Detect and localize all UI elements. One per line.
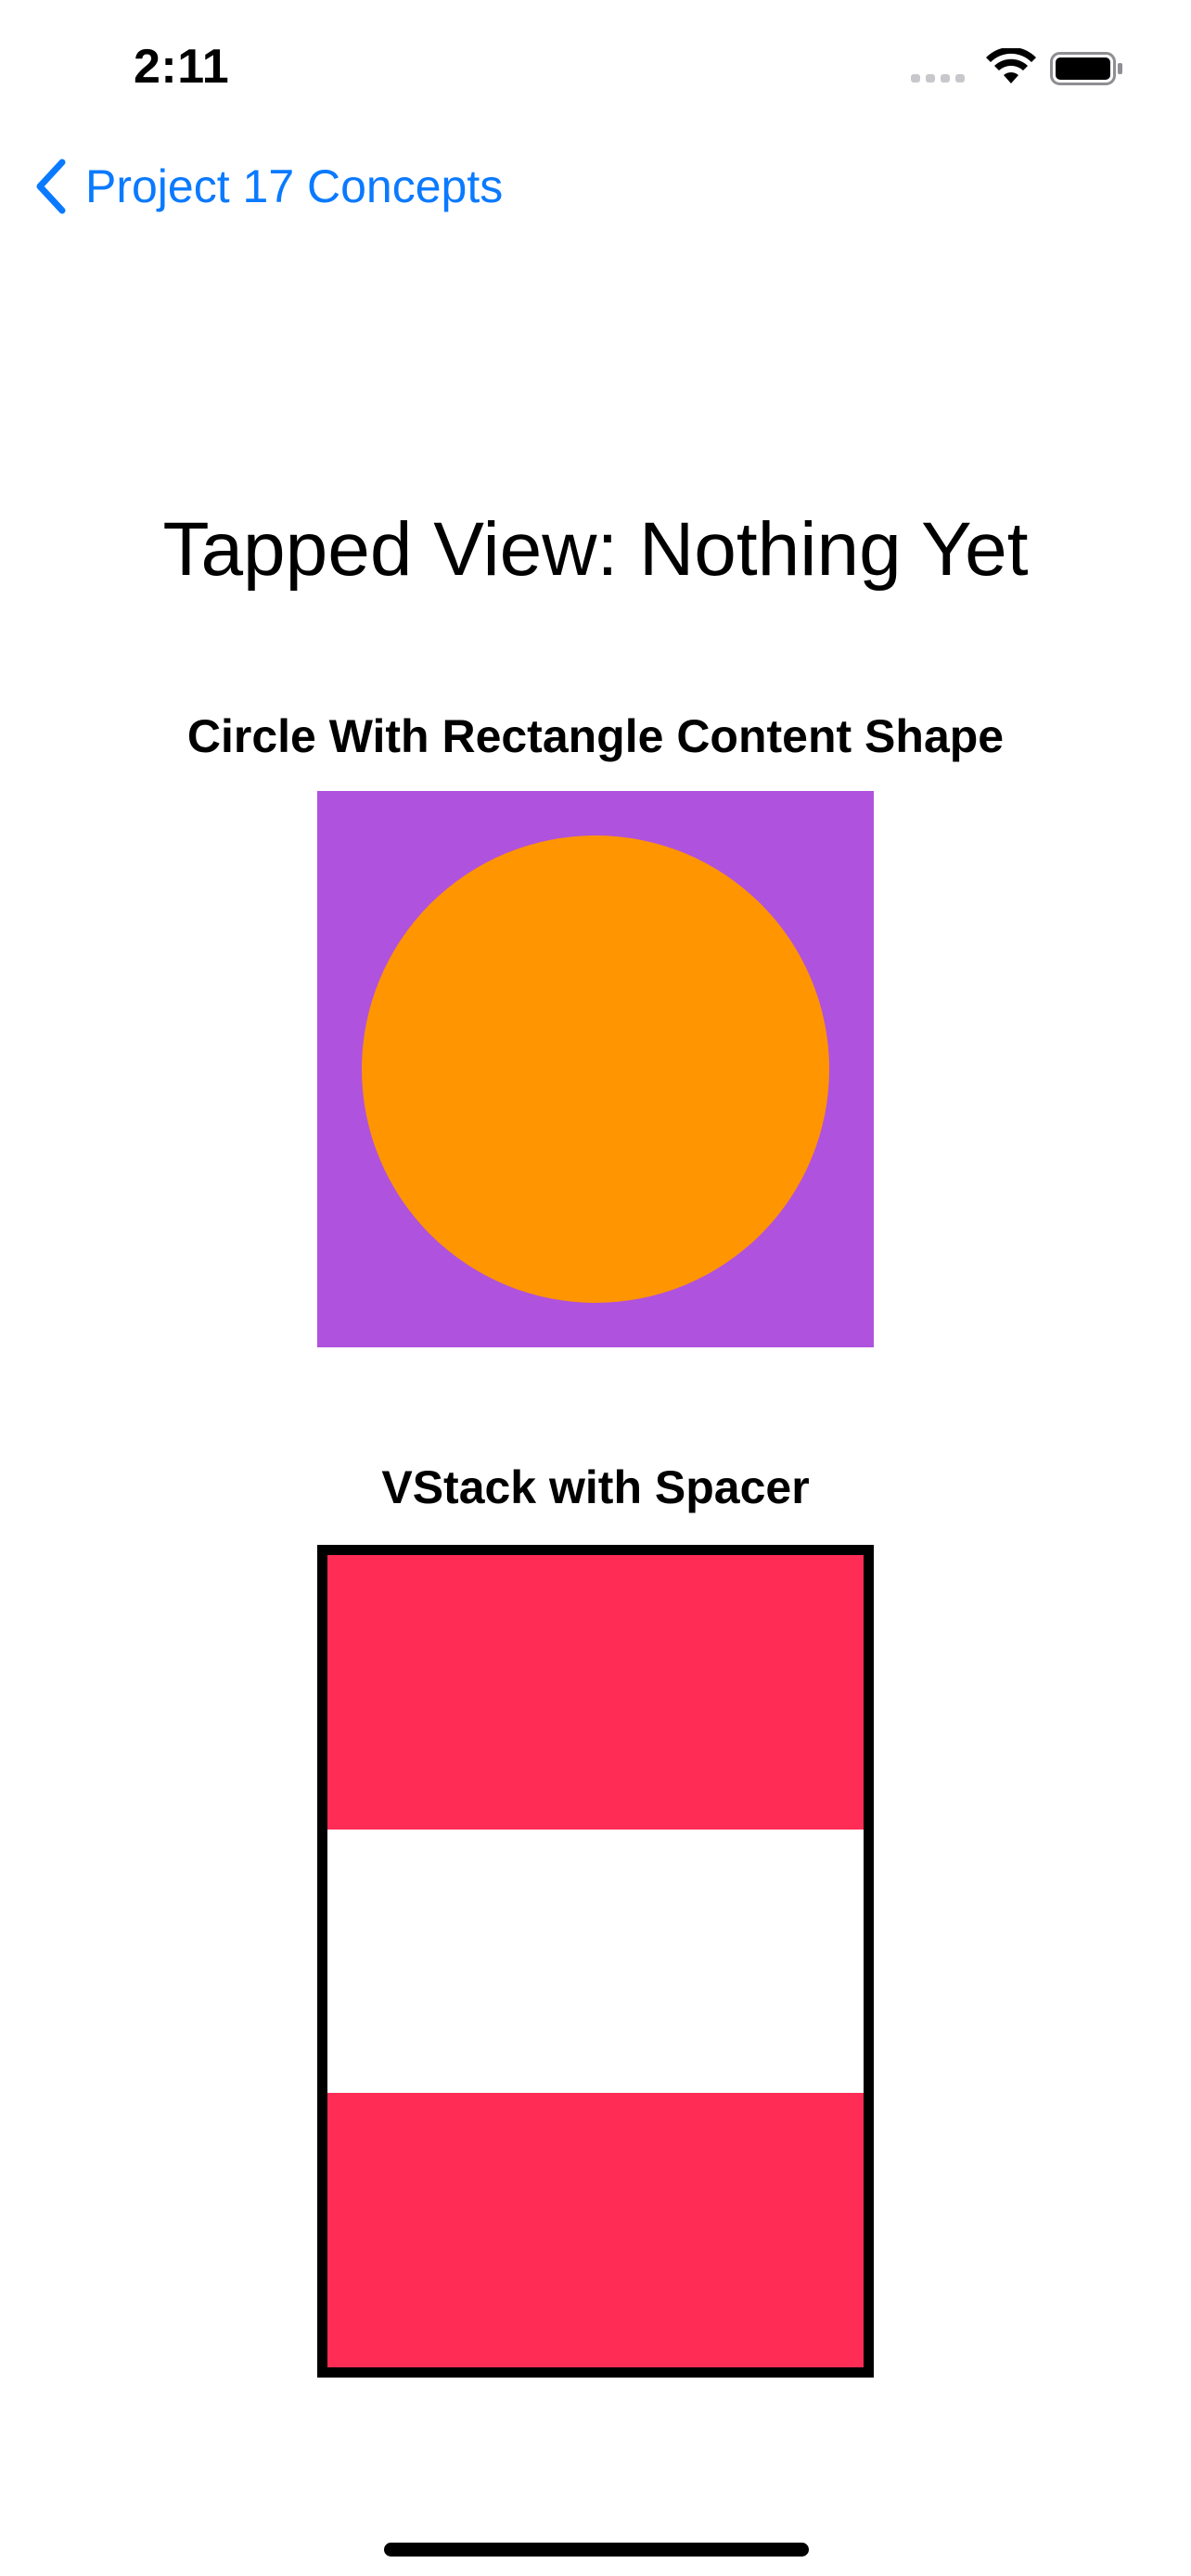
vstack-with-spacer[interactable] bbox=[317, 1545, 874, 2378]
vstack-bottom-rectangle bbox=[327, 2093, 864, 2367]
battery-icon bbox=[1050, 52, 1122, 85]
chevron-left-icon bbox=[36, 159, 66, 214]
orange-circle bbox=[362, 835, 829, 1303]
cellular-signal-icon bbox=[911, 74, 965, 83]
section-title-circle: Circle With Rectangle Content Shape bbox=[186, 710, 1005, 762]
home-indicator[interactable] bbox=[384, 2543, 809, 2557]
back-button-label: Project 17 Concepts bbox=[85, 160, 504, 212]
section-title-vstack: VStack with Spacer bbox=[381, 1461, 810, 1513]
circle-with-rectangle-content-shape[interactable] bbox=[317, 791, 874, 1347]
vstack-top-rectangle bbox=[327, 1555, 864, 1830]
back-button[interactable]: Project 17 Concepts bbox=[33, 158, 503, 215]
wifi-icon bbox=[986, 48, 1036, 83]
status-time: 2:11 bbox=[134, 40, 230, 94]
page-title: Tapped View: Nothing Yet bbox=[162, 507, 1029, 592]
